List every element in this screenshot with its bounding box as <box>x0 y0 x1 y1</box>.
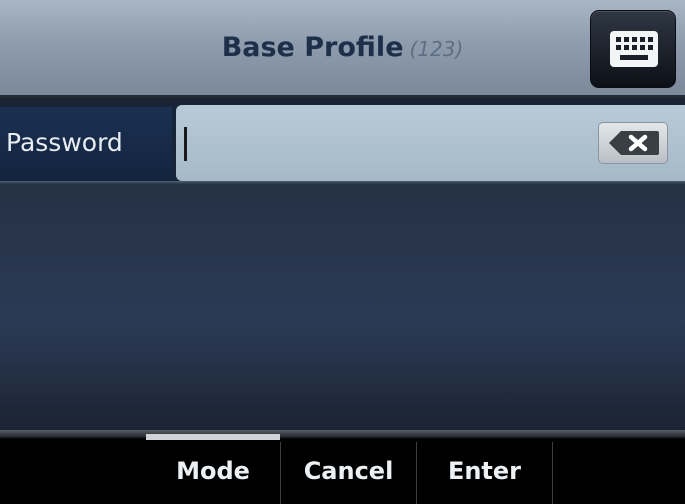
backspace-icon <box>609 131 659 155</box>
text-caret <box>184 127 187 161</box>
softkey-bar-topline <box>0 430 685 439</box>
password-label-box: Password <box>0 107 172 179</box>
password-input[interactable] <box>176 105 685 181</box>
content-area <box>0 184 685 430</box>
page-title: Base Profile (123) <box>0 0 685 95</box>
softkey-5[interactable] <box>553 439 685 504</box>
softkey-mode[interactable]: Mode <box>146 439 280 504</box>
keyboard-icon <box>610 31 658 67</box>
password-label: Password <box>6 128 123 157</box>
backspace-button[interactable] <box>598 122 668 164</box>
softkey-enter[interactable]: Enter <box>417 439 552 504</box>
page-title-text: Base Profile <box>221 32 404 63</box>
phone-screen: Base Profile (123) Password Mode Cancel … <box>0 0 685 504</box>
softkey-bar: Mode Cancel Enter <box>0 430 685 504</box>
page-subtitle: (123) <box>409 37 464 61</box>
softkey-1[interactable] <box>0 439 146 504</box>
password-row: Password <box>0 103 685 183</box>
keyboard-toggle-button[interactable] <box>590 10 676 88</box>
title-bar: Base Profile (123) <box>0 0 685 98</box>
softkey-cancel[interactable]: Cancel <box>281 439 416 504</box>
